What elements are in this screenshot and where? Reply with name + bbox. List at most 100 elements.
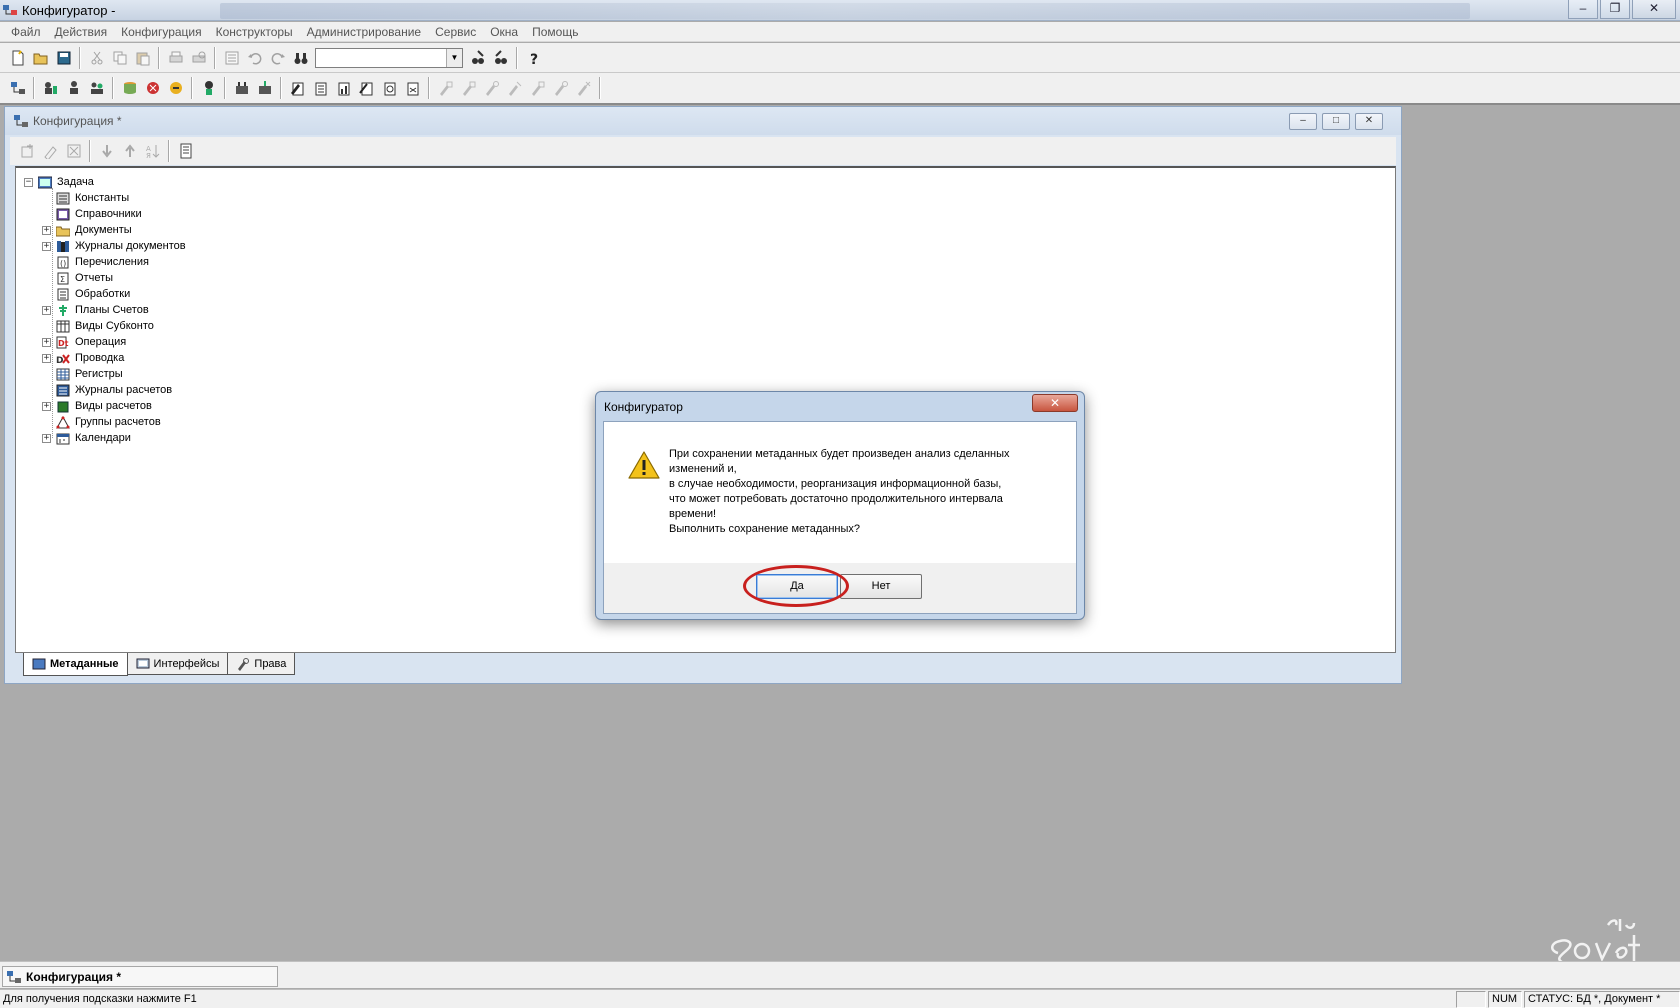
constructor-movement-icon[interactable]	[403, 78, 423, 98]
configuration-tree-icon[interactable]	[8, 78, 28, 98]
constructor-query-icon[interactable]	[380, 78, 400, 98]
properties-icon[interactable]	[222, 48, 242, 68]
new-file-icon[interactable]	[8, 48, 28, 68]
tree-item[interactable]: + Планы Счетов	[24, 302, 186, 318]
enumerations-icon: ()	[55, 255, 71, 269]
tree-item[interactable]: () Перечисления	[24, 254, 186, 270]
tree-item[interactable]: Константы	[24, 190, 186, 206]
debugger-icon[interactable]	[199, 78, 219, 98]
tree-item-label: Документы	[75, 224, 132, 236]
dialog-close-button[interactable]: ✕	[1032, 394, 1078, 412]
stop-icon[interactable]	[143, 78, 163, 98]
constructor-disabled-6-icon[interactable]	[551, 78, 571, 98]
user-rights-icon[interactable]	[64, 78, 84, 98]
tree-item[interactable]: + Журналы документов	[24, 238, 186, 254]
window-tab-configuration[interactable]: Конфигурация *	[2, 966, 278, 987]
expand-toggle[interactable]: +	[42, 241, 51, 251]
move-up-icon[interactable]	[120, 141, 140, 161]
help-icon[interactable]: ?	[524, 48, 544, 68]
tab-rights[interactable]: Права	[227, 653, 296, 675]
constructor-print-icon[interactable]	[357, 78, 377, 98]
user-group-icon[interactable]	[87, 78, 107, 98]
expand-toggle[interactable]: +	[42, 225, 51, 235]
tree-item[interactable]: Обработки	[24, 286, 186, 302]
undo-icon[interactable]	[245, 48, 265, 68]
constructor-disabled-2-icon[interactable]	[459, 78, 479, 98]
minimize-button[interactable]: –	[1568, 0, 1598, 19]
users-icon[interactable]	[41, 78, 61, 98]
collapse-toggle[interactable]: −	[24, 177, 33, 187]
tree-item[interactable]: Группы расчетов	[24, 414, 186, 430]
save-icon[interactable]	[54, 48, 74, 68]
menu-administration[interactable]: Администрирование	[300, 25, 428, 39]
tree-root[interactable]: − Задача	[24, 174, 186, 190]
new-object-icon[interactable]	[18, 141, 38, 161]
edit-object-icon[interactable]	[41, 141, 61, 161]
tree-item[interactable]: Журналы расчетов	[24, 382, 186, 398]
menu-actions[interactable]: Действия	[48, 25, 115, 39]
tree-item[interactable]: + Календари	[24, 430, 186, 446]
constructor-disabled-1-icon[interactable]	[436, 78, 456, 98]
run-enterprise-icon[interactable]	[232, 78, 252, 98]
constructor-disabled-4-icon[interactable]	[505, 78, 525, 98]
find-next-icon[interactable]	[468, 48, 488, 68]
tree-item[interactable]: Регистры	[24, 366, 186, 382]
status-empty-cell	[1456, 991, 1486, 1008]
find-binoculars-icon[interactable]	[291, 48, 311, 68]
restore-button[interactable]: ❐	[1600, 0, 1630, 19]
print-preview-icon[interactable]	[189, 48, 209, 68]
search-combobox[interactable]: ▼	[315, 47, 463, 68]
tree-item[interactable]: + Dt Операция	[24, 334, 186, 350]
open-folder-icon[interactable]	[31, 48, 51, 68]
find-previous-icon[interactable]	[491, 48, 511, 68]
copy-icon[interactable]	[110, 48, 130, 68]
subconto-types-icon	[55, 319, 71, 333]
tree-item-label: Операция	[75, 336, 127, 348]
expand-toggle[interactable]: +	[42, 353, 51, 363]
database-link-icon[interactable]	[120, 78, 140, 98]
constructor-document-icon[interactable]	[288, 78, 308, 98]
expand-toggle[interactable]: +	[42, 401, 51, 411]
status-state: СТАТУС: БД *, Документ *	[1524, 991, 1680, 1008]
task-icon	[37, 175, 53, 189]
mdi-maximize-button[interactable]: □	[1322, 113, 1350, 130]
tree-item[interactable]: Справочники	[24, 206, 186, 222]
paste-icon[interactable]	[133, 48, 153, 68]
menu-file[interactable]: Файл	[4, 25, 48, 39]
menu-service[interactable]: Сервис	[428, 25, 483, 39]
expand-toggle[interactable]: +	[42, 305, 51, 315]
print-icon[interactable]	[166, 48, 186, 68]
tree-item[interactable]: + Документы	[24, 222, 186, 238]
run-monitor-icon[interactable]	[255, 78, 275, 98]
menu-constructors[interactable]: Конструкторы	[209, 25, 300, 39]
constructor-disabled-5-icon[interactable]	[528, 78, 548, 98]
tree-item[interactable]: Σ Отчеты	[24, 270, 186, 286]
description-icon[interactable]	[176, 141, 196, 161]
delete-object-icon[interactable]	[64, 141, 84, 161]
cut-icon[interactable]	[87, 48, 107, 68]
menu-windows[interactable]: Окна	[483, 25, 525, 39]
chevron-down-icon[interactable]: ▼	[446, 48, 462, 67]
tree-item[interactable]: Виды Субконто	[24, 318, 186, 334]
no-button[interactable]: Нет	[840, 574, 922, 599]
expand-toggle[interactable]: +	[42, 337, 51, 347]
tab-metadata[interactable]: Метаданные	[23, 653, 128, 676]
mdi-minimize-button[interactable]: –	[1289, 113, 1317, 130]
mdi-close-button[interactable]: ✕	[1355, 113, 1383, 130]
constructor-report-icon[interactable]	[334, 78, 354, 98]
menu-help[interactable]: Помощь	[525, 25, 585, 39]
expand-toggle[interactable]: +	[42, 433, 51, 443]
constructor-disabled-7-icon[interactable]	[574, 78, 594, 98]
tab-interfaces[interactable]: Интерфейсы	[126, 653, 229, 675]
check-icon[interactable]	[166, 78, 186, 98]
close-button[interactable]: ✕	[1632, 0, 1676, 19]
tree-item[interactable]: + Виды расчетов	[24, 398, 186, 414]
sort-icon[interactable]: AЯ	[143, 141, 163, 161]
move-down-icon[interactable]	[97, 141, 117, 161]
tree-item[interactable]: + D Проводка	[24, 350, 186, 366]
constructor-disabled-3-icon[interactable]	[482, 78, 502, 98]
menu-configuration[interactable]: Конфигурация	[114, 25, 209, 39]
constructor-form-icon[interactable]	[311, 78, 331, 98]
redo-icon[interactable]	[268, 48, 288, 68]
